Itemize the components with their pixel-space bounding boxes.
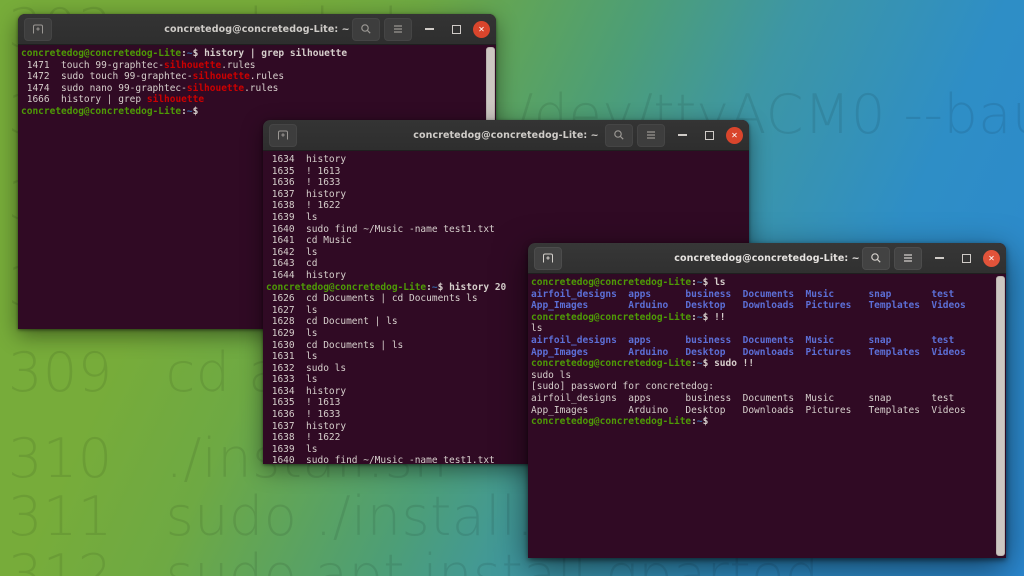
terminal-text-span: $ history 20 <box>437 281 507 293</box>
hamburger-menu-icon[interactable] <box>894 246 922 270</box>
terminal-text-span: 1630 cd Documents | ls <box>266 339 404 351</box>
hamburger-menu-icon[interactable] <box>384 17 412 41</box>
search-icon[interactable] <box>862 246 890 270</box>
terminal-text-span: 1634 history <box>266 154 347 165</box>
terminal-text-span: 1472 sudo touch 99-graphtec- <box>21 71 193 83</box>
titlebar-left-group-1 <box>24 17 52 41</box>
terminal-output-1: concretedog@concretedog-Lite:~$ history … <box>21 48 496 118</box>
titlebar-3[interactable]: concretedog@concretedog-Lite: ~ ✕ <box>528 243 1006 274</box>
terminal-text-span: sudo ls <box>531 369 572 381</box>
terminal-text-span: $ sudo !! <box>702 358 755 370</box>
terminal-text-span: App_Images Arduino Desktop Downloads Pic… <box>531 300 966 312</box>
titlebar-2[interactable]: concretedog@concretedog-Lite: ~ ✕ <box>263 120 749 151</box>
maximize-button-3[interactable] <box>956 250 976 267</box>
terminal-text-span: concretedog@concretedog-Lite <box>531 416 692 428</box>
titlebar-right-group-3: ✕ <box>862 246 1000 270</box>
terminal-text-span: 1641 cd Music <box>266 235 352 247</box>
terminal-text-span: .rules <box>221 59 256 71</box>
terminal-text-span: concretedog@concretedog-Lite <box>21 105 182 117</box>
terminal-text-span: concretedog@concretedog-Lite <box>531 277 692 288</box>
terminal-text-span: 1627 ls <box>266 304 318 316</box>
terminal-text-span: 1643 cd <box>266 258 318 270</box>
terminal-text-span: silhouette <box>146 94 205 106</box>
terminal-text-span: 1639 ls <box>266 443 318 455</box>
terminal-text-span: $ <box>192 105 205 117</box>
terminal-screen-3[interactable]: concretedog@concretedog-Lite:~$ ls airfo… <box>528 274 1006 558</box>
terminal-text-span: 1635 ! 1613 <box>266 397 341 409</box>
desktop-background: 303 sudo help304 sudo screen /dev/ttyACM… <box>0 0 1024 576</box>
terminal-text-span: .rules <box>244 82 279 94</box>
terminal-text-span: concretedog@concretedog-Lite <box>266 281 427 293</box>
scrollbar-thumb-1[interactable] <box>486 47 495 131</box>
terminal-text-span: 1640 sudo find ~/Music -name test1.txt <box>266 455 495 464</box>
terminal-text-span: 1638 ! 1622 <box>266 432 341 444</box>
search-icon[interactable] <box>605 123 633 147</box>
minimize-button-3[interactable] <box>929 250 949 267</box>
minimize-button-1[interactable] <box>419 21 439 38</box>
terminal-text-span: 1642 ls <box>266 246 318 258</box>
terminal-text-span: 1471 touch 99-graphtec- <box>21 59 164 71</box>
terminal-output-3: concretedog@concretedog-Lite:~$ ls airfo… <box>531 277 1006 428</box>
terminal-text-span: 1626 cd Documents | cd Documents ls <box>266 293 478 305</box>
terminal-text-span: App_Images Arduino Desktop Downloads Pic… <box>531 346 966 358</box>
terminal-text-span: App_Images Arduino Desktop Downloads Pic… <box>531 404 966 416</box>
terminal-text-span: $ !! <box>702 311 726 323</box>
terminal-text-span: concretedog@concretedog-Lite <box>21 48 182 59</box>
maximize-button-1[interactable] <box>446 21 466 38</box>
titlebar-left-group-2 <box>269 123 297 147</box>
terminal-text-span: 1632 sudo ls <box>266 362 347 374</box>
terminal-text-span: 1628 cd Document | ls <box>266 316 398 328</box>
terminal-text-span: 1637 history <box>266 420 347 432</box>
terminal-text-span: 1639 ls <box>266 211 318 223</box>
titlebar-left-group-3 <box>534 246 562 270</box>
terminal-text-span: 1631 ls <box>266 351 318 363</box>
new-tab-icon[interactable] <box>269 123 297 147</box>
titlebar-right-group-2: ✕ <box>605 123 743 147</box>
terminal-text-span: concretedog@concretedog-Lite <box>531 358 692 370</box>
terminal-text-span: $ <box>702 416 715 428</box>
terminal-text-span: .rules <box>249 71 285 83</box>
terminal-text-span: airfoil_designs apps business Documents … <box>531 288 955 300</box>
terminal-window-3[interactable]: concretedog@concretedog-Lite: ~ ✕ concre… <box>528 243 1006 558</box>
new-tab-icon[interactable] <box>534 246 562 270</box>
terminal-text-span: 1474 sudo nano 99-graphtec- <box>21 82 187 94</box>
terminal-text-span: concretedog@concretedog-Lite <box>531 311 692 323</box>
terminal-text-span: 1636 ! 1633 <box>266 177 341 189</box>
scrollbar-thumb-3[interactable] <box>996 276 1005 556</box>
close-button-3[interactable]: ✕ <box>983 249 1000 267</box>
maximize-button-2[interactable] <box>699 127 719 144</box>
terminal-text-span: [sudo] password for concretedog: <box>531 381 715 393</box>
terminal-text-span: 1633 ls <box>266 374 318 386</box>
terminal-text-span: $ ls <box>702 277 726 288</box>
terminal-text-span: 1634 history <box>266 385 347 397</box>
terminal-text-span: 1666 history | grep <box>21 94 147 106</box>
scrollbar-3[interactable] <box>996 274 1006 558</box>
terminal-text-span: 1629 ls <box>266 327 318 339</box>
terminal-text-span: silhouette <box>164 59 222 71</box>
hamburger-menu-icon[interactable] <box>637 123 665 147</box>
terminal-text-span: 1638 ! 1622 <box>266 200 341 212</box>
terminal-text-span: ls <box>531 323 543 335</box>
terminal-text-span: silhouette <box>192 71 250 83</box>
close-button-2[interactable]: ✕ <box>726 126 743 144</box>
terminal-text-span: silhouette <box>186 82 245 94</box>
terminal-text-span: airfoil_designs apps business Documents … <box>531 334 955 346</box>
new-tab-icon[interactable] <box>24 17 52 41</box>
terminal-text-span: 1644 history <box>266 269 347 281</box>
search-icon[interactable] <box>352 17 380 41</box>
close-button-1[interactable]: ✕ <box>473 20 490 38</box>
terminal-text-span: 1635 ! 1613 <box>266 165 341 177</box>
terminal-text-span: 1640 sudo find ~/Music -name test1.txt <box>266 223 495 235</box>
minimize-button-2[interactable] <box>672 127 692 144</box>
titlebar-1[interactable]: concretedog@concretedog-Lite: ~ ✕ <box>18 14 496 45</box>
terminal-text-span: 1637 history <box>266 188 347 200</box>
terminal-text-span: airfoil_designs apps business Documents … <box>531 392 955 404</box>
titlebar-right-group-1: ✕ <box>352 17 490 41</box>
terminal-text-span: $ history | grep silhouette <box>192 48 348 59</box>
terminal-text-span: 1636 ! 1633 <box>266 409 341 421</box>
